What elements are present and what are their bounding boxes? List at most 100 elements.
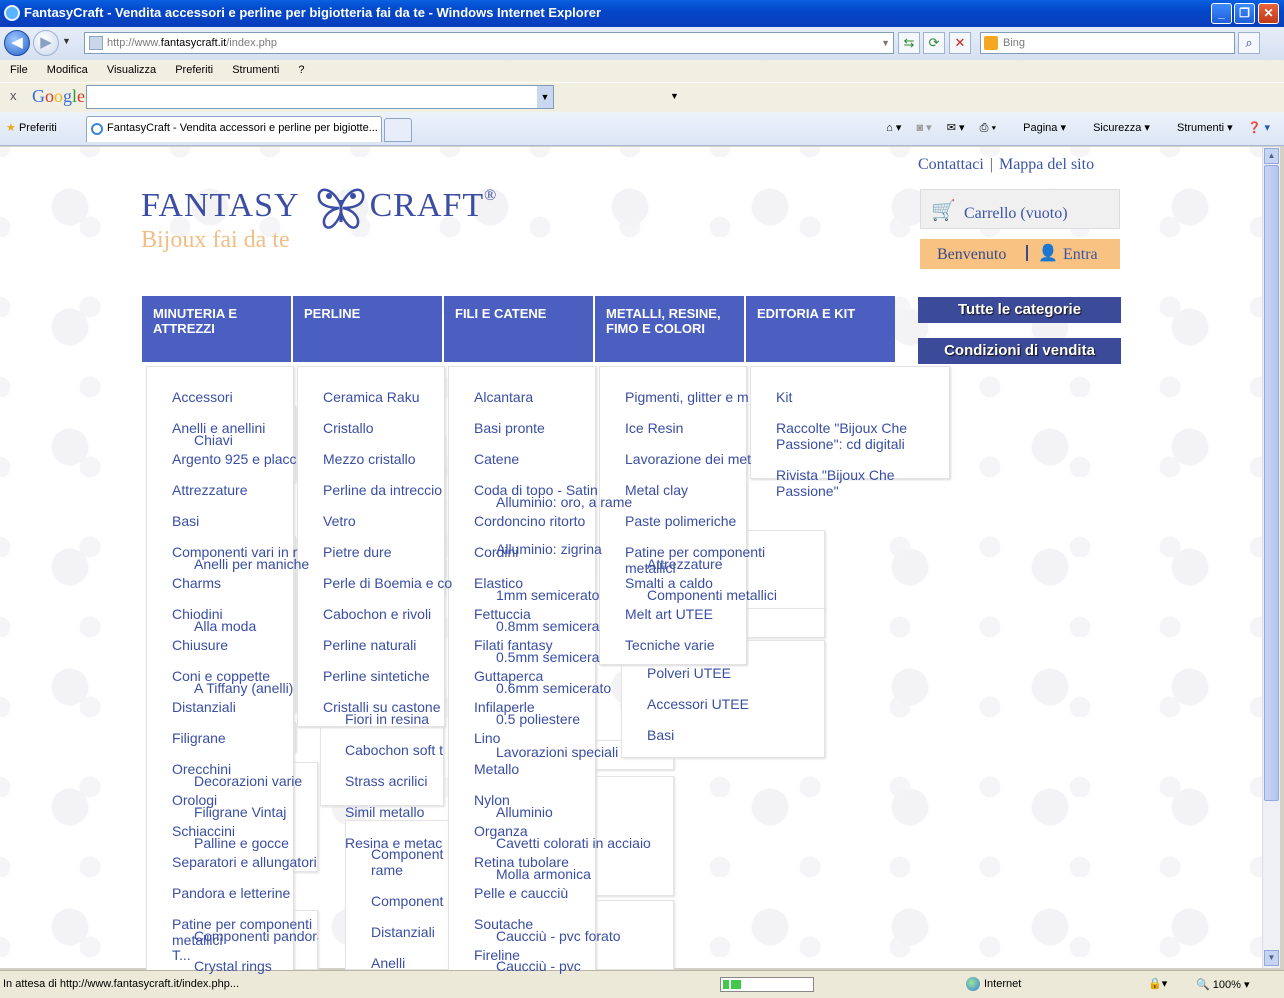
- search-input[interactable]: Bing: [980, 32, 1235, 54]
- submenu-item[interactable]: Lavorazioni speciali: [496, 744, 671, 760]
- compat-icon[interactable]: ⇆: [898, 32, 920, 54]
- menu-item[interactable]: Mezzo cristallo: [323, 451, 463, 467]
- menu-item[interactable]: Basi: [172, 513, 322, 529]
- menu-item[interactable]: T...: [172, 947, 322, 963]
- menu-item[interactable]: Pandora e letterine: [172, 885, 322, 901]
- submenu-item[interactable]: Strass acrilici: [345, 773, 445, 789]
- cart-box[interactable]: 🛒 Carrello (vuoto): [920, 189, 1120, 229]
- category-minuteria[interactable]: MINUTERIA E ATTREZZI: [142, 296, 291, 362]
- menu-item[interactable]: Fettuccia: [474, 606, 614, 622]
- menu-item[interactable]: Cristallo: [323, 420, 463, 436]
- menu-item[interactable]: Schiaccini: [172, 823, 322, 839]
- menu-item[interactable]: Nylon: [474, 792, 614, 808]
- submenu-item[interactable]: Polveri UTEE: [647, 665, 817, 681]
- menu-item[interactable]: Lavorazione dei met: [625, 451, 761, 467]
- menu-item[interactable]: Filigrane: [172, 730, 322, 746]
- menu-item[interactable]: Fireline: [474, 947, 614, 963]
- menu-item[interactable]: Orologi: [172, 792, 322, 808]
- new-tab-button[interactable]: [384, 118, 412, 142]
- menu-item[interactable]: Attrezzature: [172, 482, 322, 498]
- menu-item[interactable]: Elastico: [474, 575, 614, 591]
- feeds-icon[interactable]: ◙ ▾: [916, 122, 931, 134]
- menu-item[interactable]: Distanziali: [172, 699, 322, 715]
- menu-item[interactable]: Paste polimeriche: [625, 513, 761, 529]
- history-dropdown-icon[interactable]: ▼: [62, 36, 71, 46]
- menu-item[interactable]: Ceramica Raku: [323, 389, 463, 405]
- menu-item[interactable]: Perline da intreccio: [323, 482, 463, 498]
- menu-item[interactable]: Ice Resin: [625, 420, 761, 436]
- submenu-item[interactable]: Distanziali: [371, 924, 471, 940]
- url-dropdown-icon[interactable]: ▼: [881, 33, 890, 53]
- menu-item[interactable]: Lino: [474, 730, 614, 746]
- url-field[interactable]: http://www.fantasycraft.it/index.php ▼: [84, 32, 894, 54]
- zoom-control[interactable]: 🔍 100% ▾: [1196, 978, 1249, 991]
- submenu-item[interactable]: Cabochon soft t: [345, 742, 445, 758]
- google-dropdown-icon[interactable]: ▼: [537, 86, 553, 108]
- menu-item[interactable]: Melt art UTEE: [625, 606, 761, 622]
- toolbar-options-icon[interactable]: ▼: [670, 91, 679, 101]
- forward-button[interactable]: ▶: [33, 30, 59, 56]
- all-categories-button[interactable]: Tutte le categorie: [918, 297, 1121, 323]
- menu-strumenti[interactable]: Strumenti: [232, 60, 279, 76]
- menu-item[interactable]: Guttaperca: [474, 668, 614, 684]
- scroll-up-icon[interactable]: ▲: [1264, 148, 1279, 164]
- command-sicurezza[interactable]: Sicurezza ▾: [1081, 122, 1150, 134]
- menu-item[interactable]: Patine per componenti metallici: [172, 916, 322, 948]
- menu-item[interactable]: Retina tubolare: [474, 854, 614, 870]
- menu-preferiti[interactable]: Preferiti: [175, 60, 213, 76]
- menu-item[interactable]: Componenti vari in r: [172, 544, 322, 560]
- menu-item[interactable]: Infilaperle: [474, 699, 614, 715]
- menu-item[interactable]: Coda di topo - Satin: [474, 482, 614, 498]
- menu-help[interactable]: ?: [298, 60, 304, 76]
- menu-item[interactable]: Charms: [172, 575, 322, 591]
- close-button[interactable]: ✕: [1258, 3, 1279, 24]
- submenu-item[interactable]: Simil metallo: [345, 804, 445, 820]
- sale-conditions-button[interactable]: Condizioni di vendita: [918, 338, 1121, 364]
- menu-item[interactable]: Cabochon e rivoli: [323, 606, 463, 622]
- menu-item[interactable]: Soutache: [474, 916, 614, 932]
- menu-item[interactable]: Metal clay: [625, 482, 761, 498]
- help-icon[interactable]: ❓ ▾: [1248, 122, 1270, 134]
- menu-item[interactable]: Rivista "Bijoux Che Passione": [776, 467, 936, 499]
- protected-mode-icon[interactable]: 🔒▾: [1148, 977, 1167, 990]
- menu-item[interactable]: Smalti a caldo: [625, 575, 761, 591]
- print-icon[interactable]: ⎙ ▾: [980, 122, 996, 134]
- menu-item[interactable]: Cordoncino ritorto: [474, 513, 614, 529]
- menu-item[interactable]: Catene: [474, 451, 614, 467]
- vertical-scrollbar[interactable]: ▲ ▼: [1262, 147, 1280, 968]
- submenu-item[interactable]: Anelli: [371, 955, 471, 971]
- search-go-icon[interactable]: ⌕: [1238, 32, 1260, 54]
- menu-item[interactable]: Tecniche varie: [625, 637, 761, 653]
- scroll-thumb[interactable]: [1264, 165, 1279, 801]
- favorites-button[interactable]: ★ Preferiti: [6, 121, 57, 134]
- category-editoria[interactable]: EDITORIA E KIT: [746, 296, 895, 362]
- category-perline[interactable]: PERLINE: [293, 296, 442, 362]
- back-button[interactable]: ◀: [4, 30, 30, 56]
- menu-item[interactable]: Coni e coppette: [172, 668, 322, 684]
- menu-item[interactable]: Vetro: [323, 513, 463, 529]
- command-strumenti[interactable]: Strumenti ▾: [1165, 122, 1233, 134]
- home-icon[interactable]: ⌂ ▾: [886, 122, 901, 134]
- menu-item[interactable]: Pietre dure: [323, 544, 463, 560]
- menu-item[interactable]: Perline naturali: [323, 637, 463, 653]
- sitemap-link[interactable]: Mappa del sito: [999, 156, 1094, 173]
- menu-modifica[interactable]: Modifica: [47, 60, 88, 76]
- menu-item[interactable]: Kit: [776, 389, 946, 405]
- submenu-item[interactable]: Accessori UTEE: [647, 696, 817, 712]
- google-search-input[interactable]: ▼: [86, 85, 554, 109]
- menu-item[interactable]: Filati fantasy: [474, 637, 614, 653]
- menu-item[interactable]: Organza: [474, 823, 614, 839]
- menu-item[interactable]: Perle di Boemia e co: [323, 575, 463, 591]
- login-link[interactable]: Entra: [1063, 246, 1098, 264]
- menu-item[interactable]: Pelle e caucciù: [474, 885, 614, 901]
- minimize-button[interactable]: _: [1211, 3, 1232, 24]
- mail-icon[interactable]: ✉ ▾: [947, 122, 965, 134]
- menu-item[interactable]: Chiodini: [172, 606, 322, 622]
- submenu-item[interactable]: Basi: [647, 727, 817, 743]
- submenu-item[interactable]: Component: [371, 893, 471, 909]
- tab-active[interactable]: FantasyCraft - Vendita accessori e perli…: [86, 116, 382, 142]
- security-zone[interactable]: Internet: [966, 977, 1021, 991]
- menu-item[interactable]: Separatori e allungatori: [172, 854, 322, 870]
- menu-item[interactable]: Patine per componenti metallici: [625, 544, 775, 576]
- menu-item[interactable]: Chiusure: [172, 637, 322, 653]
